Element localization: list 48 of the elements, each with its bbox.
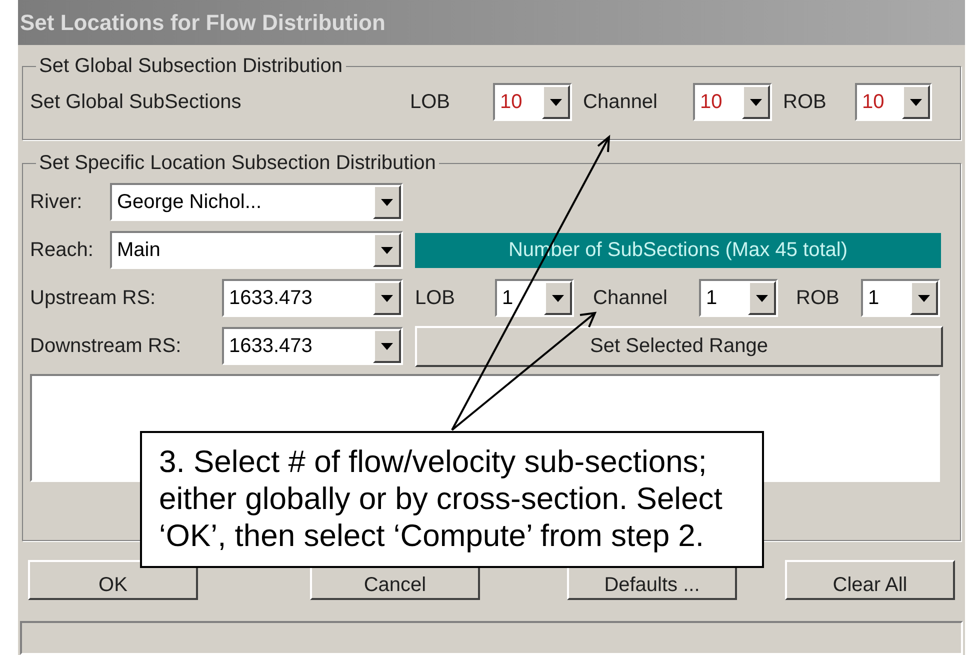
dropdown-button[interactable] [544, 281, 572, 315]
caret-icon [550, 98, 562, 106]
combo-box[interactable]: 1633.473 [222, 279, 403, 317]
field-label: LOB [410, 90, 452, 115]
dropdown-button[interactable] [373, 185, 401, 219]
combo-box[interactable]: 1 [861, 279, 940, 317]
combo-box[interactable]: 1 [699, 279, 778, 317]
window-title: Set Locations for Flow Distribution [20, 9, 386, 37]
dropdown-button[interactable] [373, 329, 401, 363]
combo-box[interactable]: Main [110, 231, 403, 269]
caret-icon [910, 98, 922, 106]
field-label: Channel [593, 286, 669, 311]
combo-box[interactable]: George Nichol... [110, 183, 403, 221]
combo-box[interactable]: 10 [855, 83, 932, 121]
dropdown-button[interactable] [748, 281, 776, 315]
caret-icon [381, 246, 393, 254]
callout-text: 3. Select # of flow/velocity sub-sections; either globally or by cross-section. Select ‘OK’, then select ‘Compute’ from step 2. [159, 444, 722, 553]
dropdown-button[interactable] [373, 281, 401, 315]
group-title: Set Global Subsection Distribution [39, 55, 342, 77]
dialog-button[interactable]: Clear All [785, 560, 955, 600]
group-title: Set Specific Location Subsection Distribution [39, 152, 436, 174]
combo-box[interactable]: 10 [493, 83, 572, 121]
combo-box[interactable]: 10 [693, 83, 772, 121]
caret-icon [381, 342, 393, 350]
field-label: Upstream RS: [30, 286, 157, 311]
dropdown-button[interactable] [542, 85, 570, 119]
caret-icon [756, 294, 768, 302]
field-label: Downstream RS: [30, 334, 182, 359]
combo-box[interactable]: 1633.473 [222, 327, 403, 365]
dialog-button[interactable]: OK [28, 560, 198, 600]
combo-box[interactable]: 1 [495, 279, 574, 317]
field-label: River: [30, 190, 84, 215]
field-label: LOB [415, 286, 456, 311]
field-label: ROB [796, 286, 840, 311]
caret-icon [918, 294, 930, 302]
caret-icon [381, 294, 393, 302]
caret-icon [750, 98, 762, 106]
set-range-button[interactable]: Set Selected Range [415, 326, 943, 366]
caret-icon [552, 294, 564, 302]
dropdown-button[interactable] [910, 281, 938, 315]
dropdown-button[interactable] [902, 85, 930, 119]
field-label: Reach: [30, 238, 94, 263]
field-label: Set Global SubSections [30, 90, 242, 115]
caret-icon [381, 198, 393, 206]
dropdown-button[interactable] [742, 85, 770, 119]
dropdown-button[interactable] [373, 233, 401, 267]
field-label: ROB [783, 90, 828, 115]
field-label: Channel [583, 90, 659, 115]
